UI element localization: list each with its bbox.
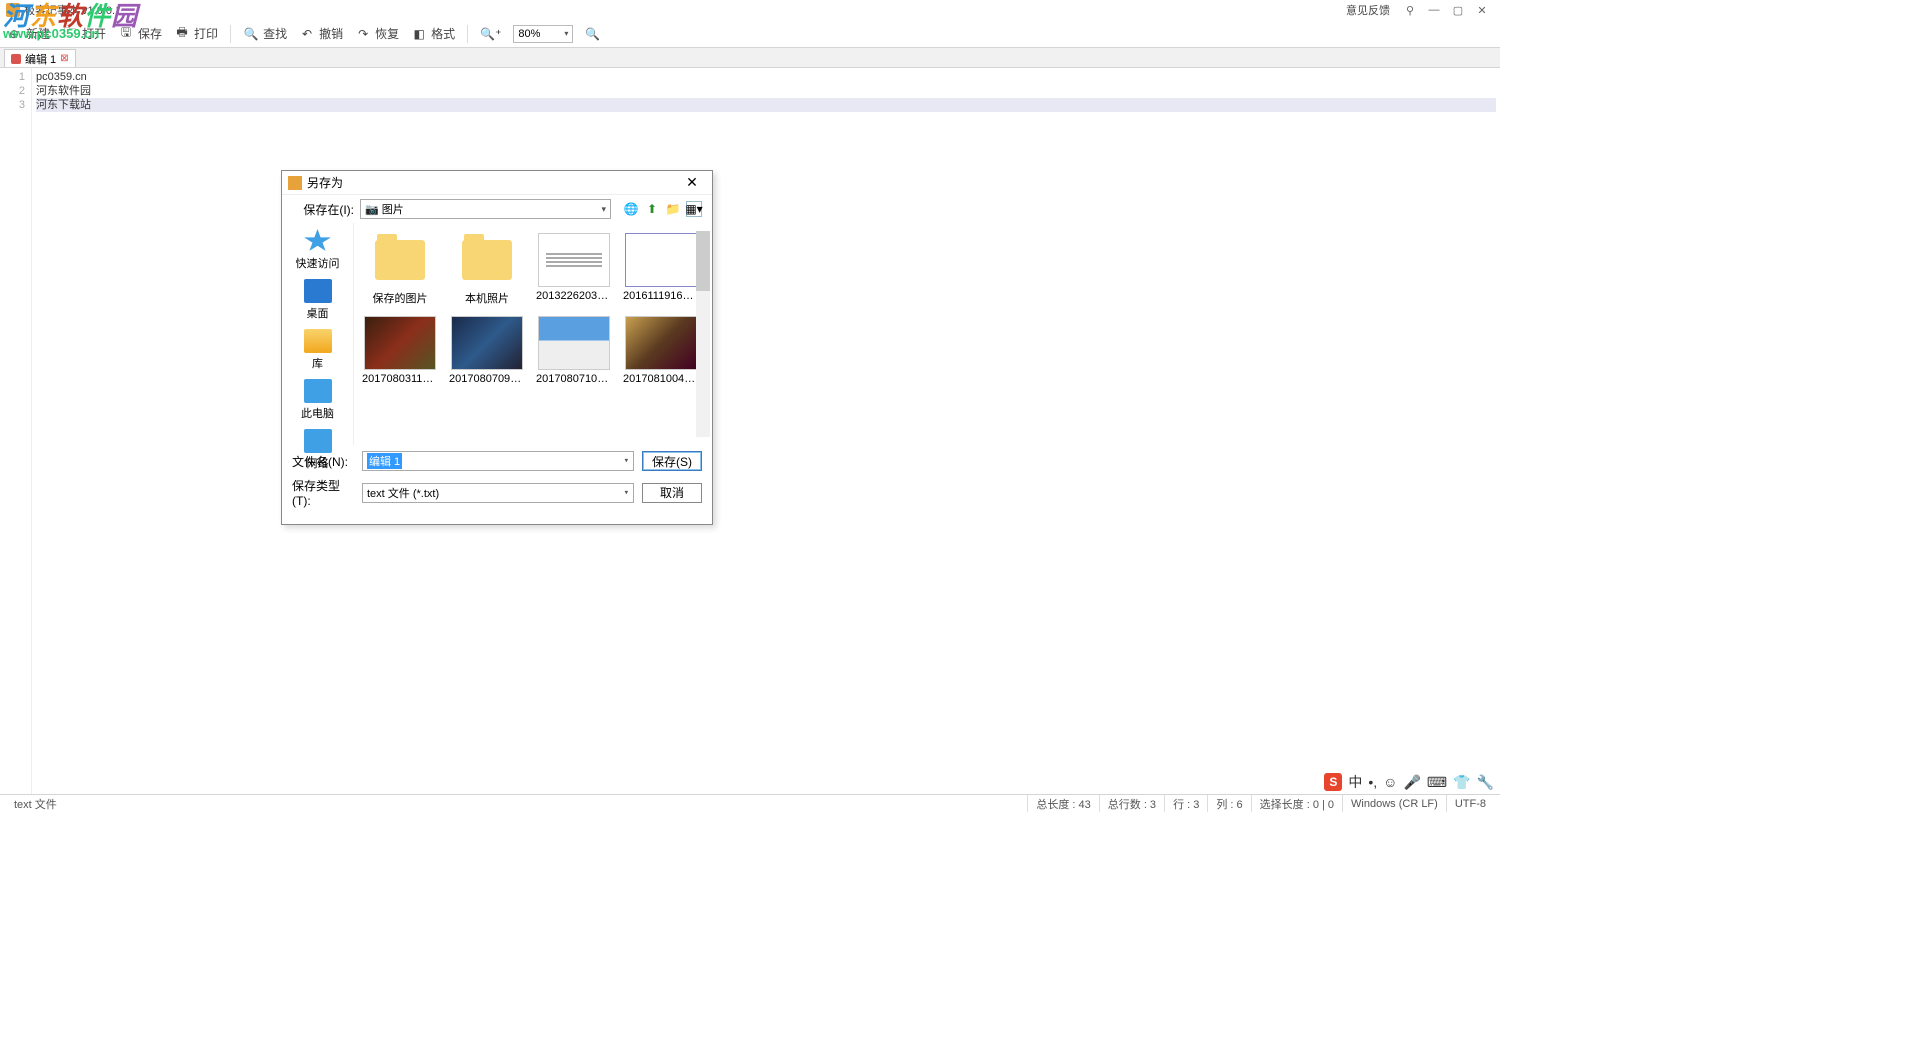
place-this-pc[interactable]: 此电脑 bbox=[301, 379, 334, 421]
filename-input[interactable]: 编辑 1 bbox=[362, 451, 634, 471]
minimize-button[interactable]: — bbox=[1425, 3, 1443, 17]
file-item[interactable]: 201708070936... bbox=[449, 316, 525, 385]
nav-back-icon[interactable]: 🌐 bbox=[623, 201, 639, 217]
nav-view-icon[interactable]: ▦▾ bbox=[686, 201, 702, 217]
redo-button[interactable]: ↷恢复 bbox=[355, 25, 399, 42]
status-total-lines: 总行数 : 3 bbox=[1099, 795, 1164, 812]
tray-tool-icon[interactable]: 🔧 bbox=[1477, 774, 1494, 791]
print-button[interactable]: 🖶打印 bbox=[174, 25, 218, 42]
format-icon: ◧ bbox=[411, 26, 427, 42]
zoom-out-icon[interactable]: 🔍 bbox=[585, 27, 600, 41]
format-button[interactable]: ◧格式 bbox=[411, 25, 455, 42]
file-item[interactable]: 本机照片 bbox=[449, 233, 525, 306]
undo-icon: ↶ bbox=[299, 26, 315, 42]
tab-label: 编辑 1 bbox=[25, 51, 56, 67]
status-eol: Windows (CR LF) bbox=[1342, 795, 1446, 812]
code-line: 河东软件园 bbox=[36, 84, 1496, 98]
tab-close-icon[interactable]: ⊠ bbox=[60, 53, 68, 64]
dialog-cancel-button[interactable]: 取消 bbox=[642, 483, 702, 503]
place-desktop[interactable]: 桌面 bbox=[304, 279, 332, 321]
tab-bar: 编辑 1 ⊠ bbox=[0, 48, 1500, 68]
code-area[interactable]: pc0359.cn 河东软件园 河东下载站 bbox=[32, 68, 1500, 794]
tray-keyboard-icon[interactable]: ⌨ bbox=[1427, 774, 1447, 791]
filetype-select[interactable]: text 文件 (*.txt) bbox=[362, 483, 634, 503]
pin-icon[interactable]: ⚲ bbox=[1401, 3, 1419, 17]
tray-emoji-icon[interactable]: ☺ bbox=[1383, 774, 1397, 790]
modified-indicator-icon bbox=[11, 54, 21, 64]
file-item[interactable]: 保存的图片 bbox=[362, 233, 438, 306]
status-selection: 选择长度 : 0 | 0 bbox=[1251, 795, 1342, 812]
ime-lang[interactable]: 中 bbox=[1348, 772, 1362, 792]
status-total-length: 总长度 : 43 bbox=[1027, 795, 1098, 812]
status-row: 行 : 3 bbox=[1164, 795, 1207, 812]
search-icon: 🔍 bbox=[243, 26, 259, 42]
save-as-dialog: 另存为 ✕ 保存在(I): 📷 图片 🌐 ⬆ 📁 ▦▾ 快速访问 桌面 库 此电… bbox=[281, 170, 713, 525]
dialog-titlebar: 另存为 ✕ bbox=[282, 171, 712, 195]
close-button[interactable]: ✕ bbox=[1473, 3, 1491, 17]
tray-icon[interactable]: •, bbox=[1368, 774, 1377, 790]
nav-newfolder-icon[interactable]: 📁 bbox=[665, 201, 681, 217]
system-tray: S 中 •, ☺ 🎤 ⌨ 👕 🔧 bbox=[1324, 772, 1494, 792]
zoom-in-icon[interactable]: 🔍⁺ bbox=[480, 27, 501, 41]
main-toolbar: ⊕新建 🗀打开 🖫保存 🖶打印 🔍查找 ↶撤销 ↷恢复 ◧格式 🔍⁺ 80% 🔍 bbox=[0, 20, 1500, 48]
filename-label: 文件名(N): bbox=[292, 453, 354, 470]
places-sidebar: 快速访问 桌面 库 此电脑 网络 bbox=[282, 223, 354, 445]
dialog-title: 另存为 bbox=[307, 174, 343, 191]
code-line: pc0359.cn bbox=[36, 70, 1496, 84]
dialog-close-button[interactable]: ✕ bbox=[678, 174, 706, 192]
line-gutter: 123 bbox=[0, 68, 32, 794]
document-tab[interactable]: 编辑 1 ⊠ bbox=[4, 49, 76, 67]
save-in-select[interactable]: 📷 图片 bbox=[360, 199, 611, 219]
feedback-link[interactable]: 意见反馈 bbox=[1346, 2, 1390, 18]
file-item[interactable]: 201708100401... bbox=[623, 316, 699, 385]
undo-button[interactable]: ↶撤销 bbox=[299, 25, 343, 42]
zoom-select[interactable]: 80% bbox=[513, 25, 573, 43]
find-button[interactable]: 🔍查找 bbox=[243, 25, 287, 42]
watermark-logo: 河东软件园 www.pc0359.cn bbox=[3, 3, 138, 40]
redo-icon: ↷ bbox=[355, 26, 371, 42]
dialog-icon bbox=[288, 176, 302, 190]
file-grid[interactable]: 保存的图片 本机照片 201322620352... 201611191624.… bbox=[354, 223, 712, 445]
status-filetype: text 文件 bbox=[6, 795, 65, 812]
file-item[interactable]: 201322620352... bbox=[536, 233, 612, 306]
code-line: 河东下载站 bbox=[36, 98, 1496, 112]
ime-icon[interactable]: S bbox=[1324, 773, 1342, 791]
place-quick-access[interactable]: 快速访问 bbox=[296, 229, 340, 271]
print-icon: 🖶 bbox=[174, 26, 190, 42]
file-item[interactable]: 201708071009... bbox=[536, 316, 612, 385]
file-scrollbar[interactable] bbox=[696, 231, 710, 437]
maximize-button[interactable]: ▢ bbox=[1449, 3, 1467, 17]
nav-up-icon[interactable]: ⬆ bbox=[644, 201, 660, 217]
status-col: 列 : 6 bbox=[1207, 795, 1250, 812]
save-in-label: 保存在(I): bbox=[292, 201, 354, 218]
dialog-save-button[interactable]: 保存(S) bbox=[642, 451, 702, 471]
editor-area: 123 pc0359.cn 河东软件园 河东下载站 bbox=[0, 68, 1500, 794]
file-item[interactable]: 201708031107... bbox=[362, 316, 438, 385]
save-location-row: 保存在(I): 📷 图片 🌐 ⬆ 📁 ▦▾ bbox=[282, 195, 712, 223]
place-library[interactable]: 库 bbox=[304, 329, 332, 371]
tray-mic-icon[interactable]: 🎤 bbox=[1403, 774, 1420, 791]
title-bar: 极客记事本 v1.0.0.1 意见反馈 ⚲ — ▢ ✕ bbox=[0, 0, 1500, 20]
status-bar: text 文件 总长度 : 43 总行数 : 3 行 : 3 列 : 6 选择长… bbox=[0, 794, 1500, 812]
file-item[interactable]: 201611191624... bbox=[623, 233, 699, 306]
tray-shirt-icon[interactable]: 👕 bbox=[1453, 774, 1470, 791]
filetype-label: 保存类型(T): bbox=[292, 477, 354, 508]
status-encoding: UTF-8 bbox=[1446, 795, 1494, 812]
